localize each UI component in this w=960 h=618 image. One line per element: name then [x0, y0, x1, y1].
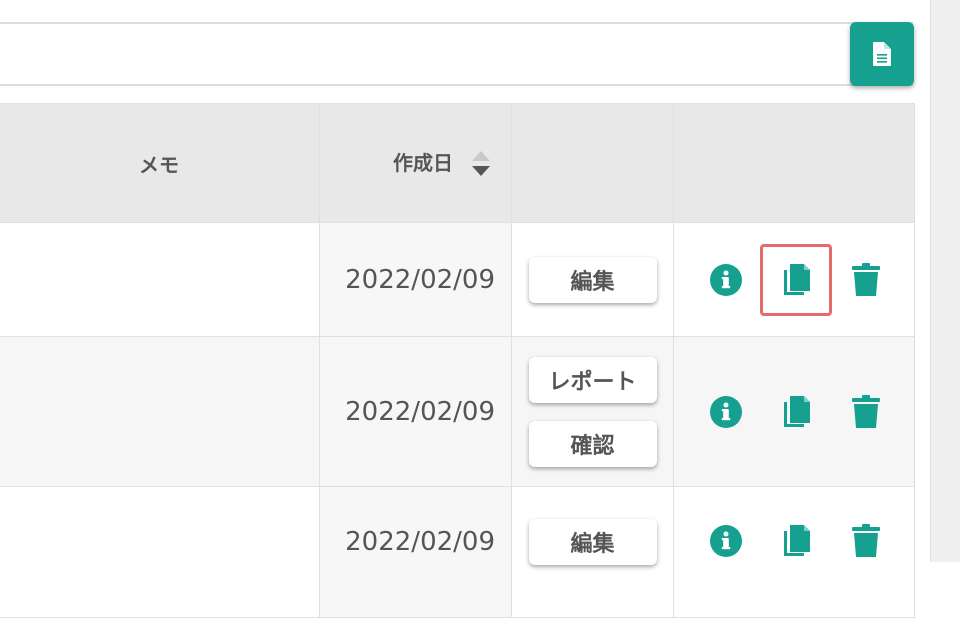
table-row: 2022/02/09 編集: [0, 486, 915, 618]
table-row: 2022/02/09 レポート 確認: [0, 336, 915, 487]
copy-icon[interactable]: [780, 395, 812, 428]
memo-cell: [0, 222, 320, 337]
created-date: 2022/02/09: [319, 336, 512, 487]
action-cell: 編集: [511, 486, 674, 618]
column-header-memo: メモ: [0, 103, 320, 223]
tool-cell: [673, 336, 915, 487]
report-button[interactable]: レポート: [528, 356, 657, 403]
copy-icon[interactable]: [780, 525, 812, 557]
memo-cell: [0, 486, 320, 618]
table-row: 2022/02/09 編集: [0, 222, 915, 337]
edit-button[interactable]: 編集: [528, 519, 657, 565]
trash-icon[interactable]: [850, 394, 882, 428]
copy-icon[interactable]: [760, 243, 832, 316]
column-header-actions: [511, 103, 674, 223]
created-date: 2022/02/09: [319, 486, 512, 618]
column-header-tools: [673, 103, 915, 223]
column-header-created[interactable]: 作成日: [319, 103, 512, 223]
tool-cell: [673, 486, 915, 618]
sort-icon[interactable]: [471, 149, 491, 179]
search-bar[interactable]: [0, 22, 913, 86]
action-cell: レポート 確認: [511, 336, 674, 487]
tool-cell: [673, 222, 915, 337]
document-icon: [873, 42, 891, 66]
edit-button[interactable]: 編集: [528, 256, 657, 303]
action-cell: 編集: [511, 222, 674, 337]
created-date: 2022/02/09: [319, 222, 512, 337]
trash-icon[interactable]: [850, 524, 882, 557]
trash-icon[interactable]: [850, 262, 882, 296]
document-button[interactable]: [850, 22, 914, 86]
memo-cell: [0, 336, 320, 487]
info-icon[interactable]: [710, 263, 742, 296]
info-icon[interactable]: [710, 525, 742, 557]
info-icon[interactable]: [710, 395, 742, 428]
right-scroll-rail: [930, 0, 960, 562]
records-table: メモ 作成日 2022/02/09 編集 2022/02/09 レポート 確認 …: [0, 103, 915, 618]
confirm-button[interactable]: 確認: [528, 420, 657, 467]
